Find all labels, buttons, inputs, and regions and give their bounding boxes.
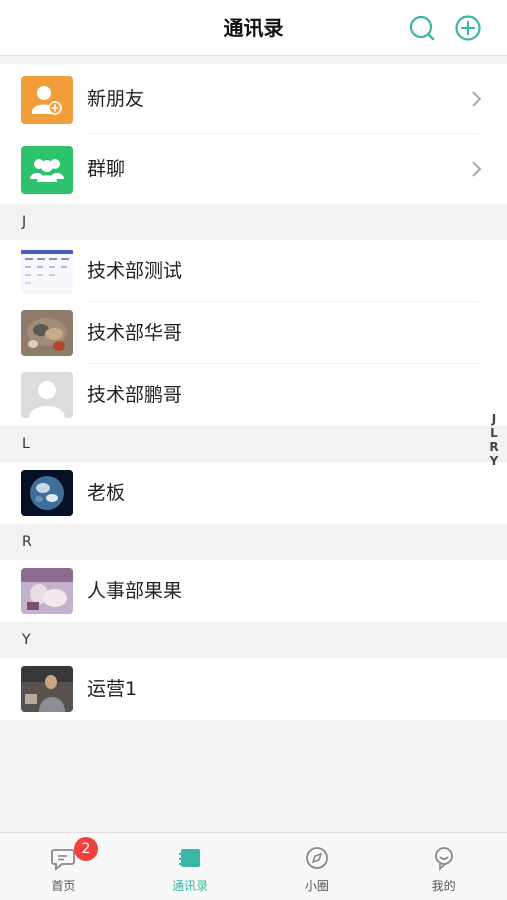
contacts-book-icon [179, 849, 201, 867]
contacts-list: 新朋友 群聊 J 技术部测试 技术部华哥 技术部鹏哥 L 老板 R 人事部果果 … [0, 64, 507, 720]
profile-icon [434, 847, 453, 871]
tab-label: 首页 [51, 879, 76, 893]
contact-name: 技术部鹏哥 [87, 384, 183, 406]
tab-home[interactable]: 2 首页 [0, 833, 127, 900]
tab-label: 小圈 [304, 879, 329, 893]
alphabet-index[interactable]: J L R Y [487, 412, 501, 468]
group-chat-item[interactable]: 群聊 [0, 134, 507, 204]
tab-contacts[interactable]: 通讯录 [127, 833, 254, 900]
contact-item[interactable]: 技术部测试 [0, 240, 507, 302]
avatar [21, 470, 73, 516]
add-circle-icon[interactable] [454, 14, 482, 42]
index-letter[interactable]: Y [490, 454, 499, 468]
section-header-j: J [0, 204, 507, 240]
tab-label: 通讯录 [172, 879, 209, 893]
group-chat-label: 群聊 [87, 158, 126, 180]
group-chat-icon [21, 146, 73, 194]
contact-name: 老板 [87, 482, 126, 504]
index-letter[interactable]: L [490, 426, 498, 440]
avatar [21, 310, 73, 356]
avatar [21, 568, 73, 614]
chat-bubble-icon [51, 849, 76, 871]
contact-item[interactable]: 老板 [0, 462, 507, 524]
compass-icon [305, 847, 328, 869]
contact-name: 技术部测试 [87, 260, 183, 282]
top-header: 通讯录 [0, 0, 507, 56]
bottom-tab-bar: 2 首页 通讯录 小圈 我的 [0, 832, 507, 900]
default-avatar-icon [21, 372, 73, 418]
section-header-r: R [0, 524, 507, 560]
avatar [21, 248, 73, 294]
contact-item[interactable]: 运营1 [0, 658, 507, 720]
contact-item[interactable]: 技术部鹏哥 [0, 364, 507, 426]
add-friend-icon [21, 76, 73, 124]
section-header-l: L [0, 426, 507, 462]
section-header-y: Y [0, 622, 507, 658]
contact-name: 人事部果果 [87, 580, 183, 602]
unread-badge: 2 [74, 837, 98, 861]
avatar [21, 666, 73, 712]
contact-name: 技术部华哥 [87, 322, 183, 344]
tab-mine[interactable]: 我的 [380, 833, 507, 900]
index-letter[interactable]: R [489, 440, 498, 454]
contact-item[interactable]: 人事部果果 [0, 560, 507, 622]
tab-label: 我的 [431, 879, 456, 893]
new-friends-item[interactable]: 新朋友 [0, 64, 507, 134]
chevron-right-icon [472, 161, 482, 177]
new-friends-label: 新朋友 [87, 88, 145, 110]
chevron-right-icon [472, 91, 482, 107]
contact-name: 运营1 [87, 678, 138, 700]
search-icon[interactable] [408, 14, 436, 42]
contact-item[interactable]: 技术部华哥 [0, 302, 507, 364]
tab-circle[interactable]: 小圈 [254, 833, 381, 900]
index-letter[interactable]: J [492, 412, 496, 426]
